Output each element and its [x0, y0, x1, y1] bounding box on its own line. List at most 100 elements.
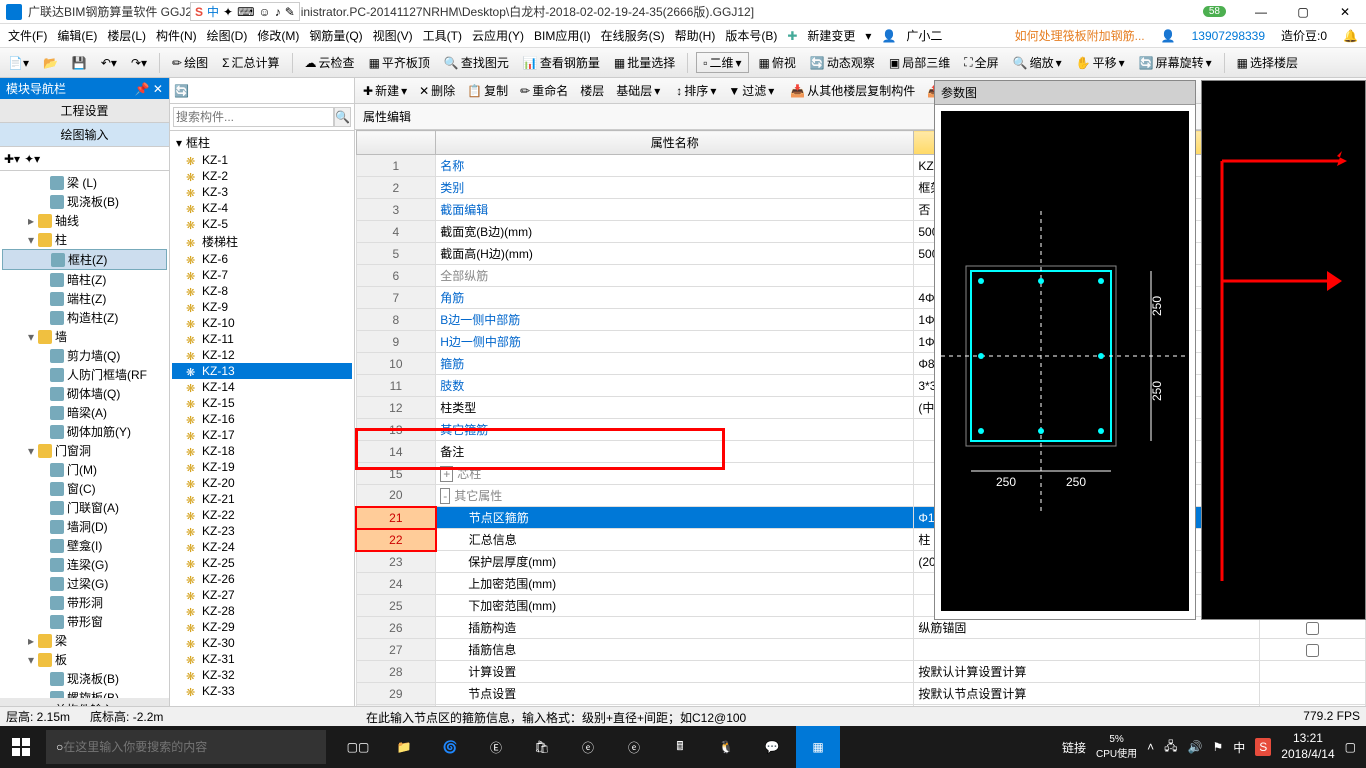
prop-value[interactable]: 按默认节点设置计算	[914, 683, 1259, 705]
kz-item[interactable]: KZ-6	[172, 251, 352, 267]
menu-steel[interactable]: 钢筋量(Q)	[305, 27, 366, 44]
prop-name[interactable]: 名称	[436, 155, 914, 177]
select-floor-button[interactable]: ▦选择楼层	[1233, 52, 1302, 73]
tray-sogou-icon[interactable]: S	[1255, 738, 1271, 756]
app-browser2[interactable]: Ⓔ	[474, 726, 518, 768]
pan-button[interactable]: ✋平移 ▾	[1072, 52, 1129, 73]
prop-name[interactable]: 节点设置	[436, 683, 914, 705]
kz-item[interactable]: KZ-8	[172, 283, 352, 299]
kz-item[interactable]: KZ-17	[172, 427, 352, 443]
tree-node[interactable]: ▸梁	[2, 631, 167, 650]
app-wechat[interactable]: 💬	[750, 726, 794, 768]
kz-item[interactable]: ▾框柱	[172, 133, 352, 152]
kz-item[interactable]: KZ-29	[172, 619, 352, 635]
menu-floor[interactable]: 楼层(L)	[103, 27, 150, 44]
prop-name[interactable]: 类别	[436, 177, 914, 199]
tree-node[interactable]: 门(M)	[2, 460, 167, 479]
prop-check[interactable]	[1259, 639, 1365, 661]
kz-item[interactable]: KZ-12	[172, 347, 352, 363]
prop-name[interactable]: 插筋信息	[436, 639, 914, 661]
dyn-button[interactable]: 🔄动态观察	[806, 52, 879, 73]
menu-version[interactable]: 版本号(B)	[721, 27, 781, 44]
tree-node[interactable]: ▸轴线	[2, 211, 167, 230]
app-browser1[interactable]: 🌀	[428, 726, 472, 768]
floor-button[interactable]: 楼层	[576, 80, 608, 101]
kz-item[interactable]: KZ-9	[172, 299, 352, 315]
prop-check[interactable]	[1259, 661, 1365, 683]
redo-button[interactable]: ↷▾	[127, 54, 151, 72]
maximize-button[interactable]: ▢	[1288, 5, 1318, 19]
menu-tip[interactable]: 如何处理筏板附加钢筋...	[1011, 27, 1149, 44]
prop-name[interactable]: 柱类型	[436, 397, 914, 419]
menu-file[interactable]: 文件(F)	[4, 27, 51, 44]
tray-net-icon[interactable]: 🖧	[1164, 737, 1177, 758]
kz-item[interactable]: KZ-31	[172, 651, 352, 667]
tree-node[interactable]: ▾墙	[2, 327, 167, 346]
tree-node[interactable]: 框柱(Z)	[2, 249, 167, 270]
tray-link[interactable]: 链接	[1062, 739, 1086, 756]
tree-node[interactable]: 带形洞	[2, 593, 167, 612]
collapse-icon[interactable]: ✦▾	[24, 152, 40, 166]
close-button[interactable]: ✕	[1330, 5, 1360, 19]
sum-button[interactable]: Σ 汇总计算	[218, 52, 283, 73]
tree-node[interactable]: 螺旋板(B)	[2, 688, 167, 698]
delete-button[interactable]: ✕删除	[415, 80, 459, 101]
tree-node[interactable]: 构造柱(Z)	[2, 308, 167, 327]
tree-node[interactable]: 墙洞(D)	[2, 517, 167, 536]
prop-name[interactable]: 肢数	[436, 375, 914, 397]
base-button[interactable]: 基础层 ▾	[612, 80, 664, 101]
save-button[interactable]: 💾	[68, 54, 91, 72]
prop-name[interactable]: 汇总信息	[436, 529, 914, 551]
tree-node[interactable]: 端柱(Z)	[2, 289, 167, 308]
copy-from-button[interactable]: 📥从其他楼层复制构件	[786, 80, 919, 101]
prop-name[interactable]: 截面宽(B边)(mm)	[436, 221, 914, 243]
dim-select[interactable]: ▫二维 ▾	[696, 52, 748, 73]
tree-node[interactable]: 砌体加筋(Y)	[2, 422, 167, 441]
app-taskview[interactable]: ▢▢	[336, 726, 380, 768]
sort-button[interactable]: ↕排序 ▾	[672, 80, 720, 101]
tree-node[interactable]: 梁 (L)	[2, 173, 167, 192]
app-ggj[interactable]: ▦	[796, 726, 840, 768]
fullscreen-button[interactable]: ⛶全屏	[960, 52, 1002, 73]
kz-item[interactable]: KZ-32	[172, 667, 352, 683]
prop-name[interactable]: 下加密范围(mm)	[436, 595, 914, 617]
prop-name[interactable]: 其它箍筋	[436, 419, 914, 441]
prop-name[interactable]: 保护层厚度(mm)	[436, 551, 914, 573]
menu-cloud[interactable]: 云应用(Y)	[468, 27, 528, 44]
section-draw[interactable]: 绘图输入	[0, 123, 169, 147]
minimize-button[interactable]: —	[1246, 5, 1276, 19]
draw-button[interactable]: ✏绘图	[168, 52, 212, 73]
prop-value[interactable]	[914, 639, 1259, 661]
prop-name[interactable]: 计算设置	[436, 661, 914, 683]
app-calc[interactable]: 🖩	[658, 726, 702, 768]
prop-name[interactable]: 全部纵筋	[436, 265, 914, 287]
tree-node[interactable]: 人防门框墙(RF	[2, 365, 167, 384]
tree-node[interactable]: 带形窗	[2, 612, 167, 631]
tray-flag-icon[interactable]: ⚑	[1212, 740, 1223, 754]
kz-item[interactable]: KZ-28	[172, 603, 352, 619]
kz-item[interactable]: KZ-5	[172, 216, 352, 232]
prop-check[interactable]	[1259, 683, 1365, 705]
section-project[interactable]: 工程设置	[0, 99, 169, 123]
app-edge[interactable]: ⓔ	[566, 726, 610, 768]
kz-item[interactable]: KZ-2	[172, 168, 352, 184]
search-button[interactable]: 🔍	[334, 107, 351, 127]
menu-user[interactable]: 广小二	[902, 27, 946, 44]
menu-bim[interactable]: BIM应用(I)	[530, 27, 595, 44]
tray-vol-icon[interactable]: 🔊	[1188, 740, 1203, 754]
menu-modify[interactable]: 修改(M)	[253, 27, 303, 44]
menu-online[interactable]: 在线服务(S)	[597, 27, 669, 44]
steel-button[interactable]: 📊查看钢筋量	[519, 52, 604, 73]
tree-node[interactable]: ▾板	[2, 650, 167, 669]
prop-name[interactable]: 角筋	[436, 287, 914, 309]
prop-name[interactable]: +芯柱	[436, 463, 914, 485]
app-store[interactable]: 🛍	[520, 726, 564, 768]
kz-item[interactable]: KZ-7	[172, 267, 352, 283]
filter-button[interactable]: ▼过滤 ▾	[724, 80, 778, 101]
menu-view[interactable]: 视图(V)	[369, 27, 417, 44]
tray-notif-icon[interactable]: ▢	[1345, 740, 1356, 754]
prop-name[interactable]: 截面高(H边)(mm)	[436, 243, 914, 265]
ime-bar[interactable]: S 中 ✦ ⌨ ☺ ♪ ✎	[190, 2, 300, 21]
app-explorer[interactable]: 📁	[382, 726, 426, 768]
kz-item[interactable]: KZ-22	[172, 507, 352, 523]
